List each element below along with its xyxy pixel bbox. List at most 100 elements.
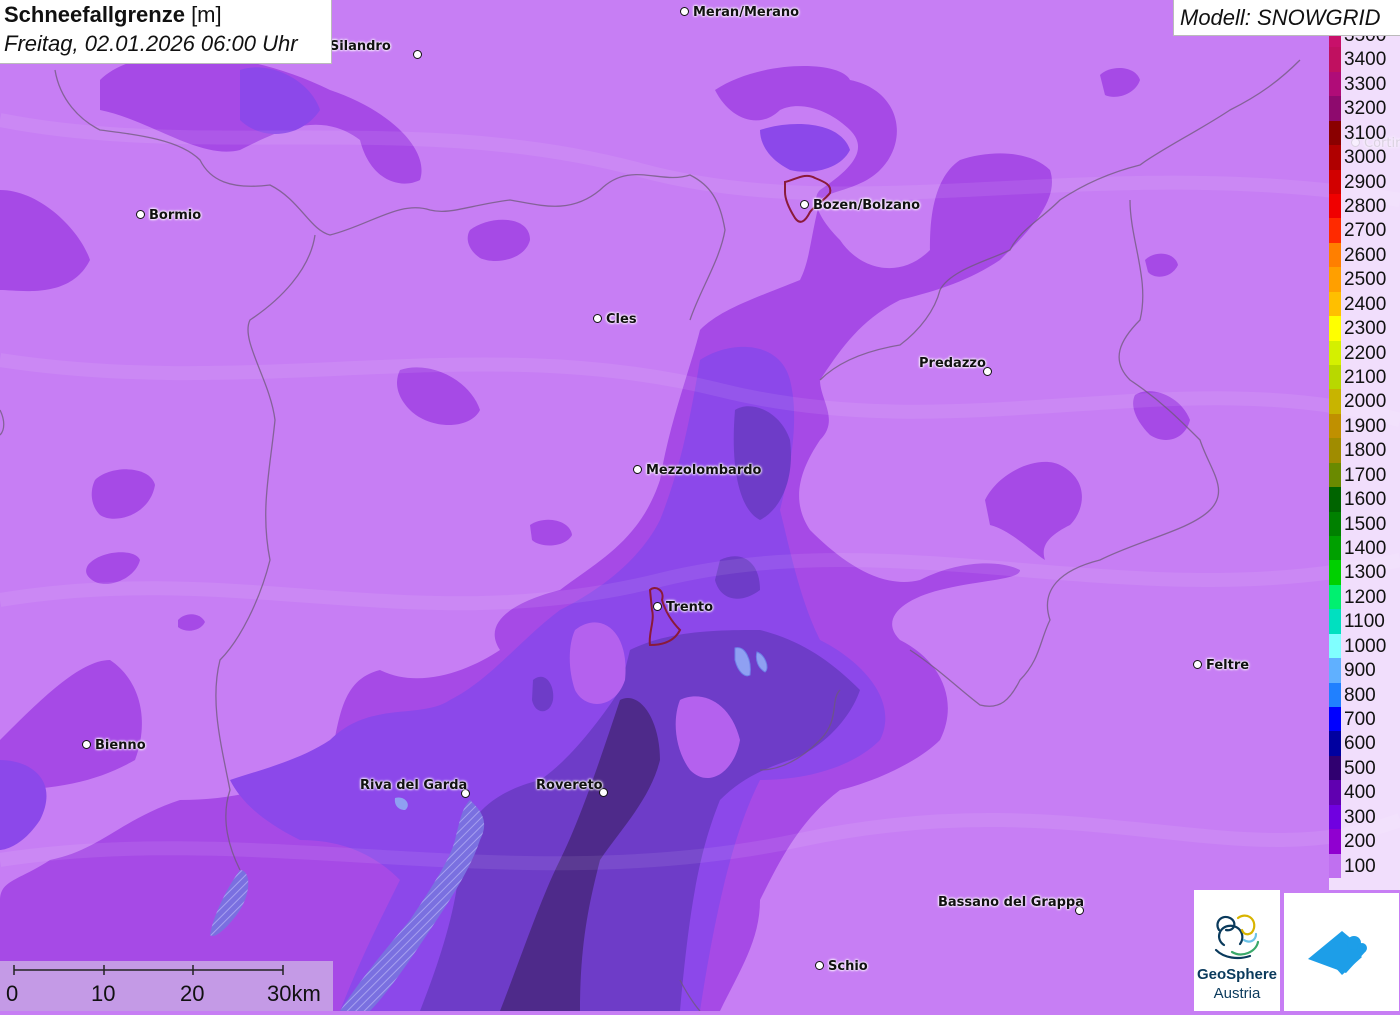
legend-label: 3200 (1344, 98, 1387, 120)
city-marker[interactable] (653, 602, 662, 611)
legend-swatch (1329, 340, 1341, 366)
legend-item: 400 (1329, 780, 1400, 806)
legend-label: 200 (1344, 831, 1376, 853)
legend-swatch (1329, 413, 1341, 439)
legend-label: 900 (1344, 660, 1376, 682)
legend-item: 700 (1329, 707, 1400, 732)
map-title-box: Schneefallgrenze [m] Freitag, 02.01.2026… (0, 0, 332, 64)
legend-swatch (1329, 829, 1341, 855)
city-label[interactable]: Schio (828, 959, 868, 974)
legend-item: 2100 (1329, 365, 1400, 390)
geosphere-country: Austria (1213, 985, 1261, 1002)
geosphere-logo[interactable]: GeoSphere Austria (1194, 890, 1280, 1011)
map-subtitle: Freitag, 02.01.2026 06:00 Uhr (4, 31, 298, 56)
legend-swatch (1329, 169, 1341, 195)
legend-label: 1300 (1344, 562, 1387, 584)
legend-swatch (1329, 731, 1341, 757)
city-marker[interactable] (815, 961, 824, 970)
legend-item: 1100 (1329, 609, 1400, 635)
city-label[interactable]: Riva del Garda (360, 778, 467, 793)
legend-label: 2600 (1344, 244, 1387, 266)
city-marker[interactable] (82, 740, 91, 749)
legend-swatch (1329, 218, 1341, 244)
legend-label: 3300 (1344, 73, 1387, 95)
city-marker[interactable] (1193, 660, 1202, 669)
legend-item: 200 (1329, 829, 1400, 855)
city-marker[interactable] (633, 465, 642, 474)
legend-label: 1900 (1344, 415, 1387, 437)
geosphere-emblem-icon (1214, 914, 1260, 960)
legend-item: 2900 (1329, 169, 1400, 195)
legend-item: 1300 (1329, 560, 1400, 586)
city-label[interactable]: Bassano del Grappa (938, 895, 1084, 910)
legend-item: 3200 (1329, 96, 1400, 122)
snowfall-line-map[interactable] (0, 0, 1400, 1011)
city-label[interactable]: Bozen/Bolzano (813, 198, 920, 213)
city-label[interactable]: Rovereto (536, 778, 603, 793)
legend-item: 1700 (1329, 462, 1400, 488)
legend-swatch (1329, 145, 1341, 171)
scale-label-0: 0 (6, 981, 19, 1006)
legend-item: 1200 (1329, 584, 1400, 610)
legend-item: 100 (1329, 853, 1400, 879)
legend-item: 3300 (1329, 71, 1400, 97)
legend-item: 2000 (1329, 389, 1400, 415)
legend-label: 1200 (1344, 586, 1387, 608)
snow-app-logo[interactable] (1284, 893, 1399, 1011)
city-label[interactable]: Meran/Merano (693, 5, 799, 20)
legend-item: 300 (1329, 804, 1400, 830)
legend-label: 500 (1344, 757, 1376, 779)
legend-swatch (1329, 511, 1341, 537)
legend-item: 1000 (1329, 633, 1400, 659)
legend-label: 2200 (1344, 342, 1387, 364)
legend-label: 1800 (1344, 440, 1387, 462)
legend-item: 1600 (1329, 487, 1400, 513)
legend-item: 2400 (1329, 291, 1400, 317)
city-label[interactable]: Bienno (95, 738, 146, 753)
legend-label: 3400 (1344, 49, 1387, 71)
legend-swatch (1329, 609, 1341, 635)
legend-label: 700 (1344, 709, 1376, 730)
city-label[interactable]: Trento (666, 600, 713, 615)
legend-label: 1000 (1344, 635, 1387, 657)
legend-item: 1400 (1329, 536, 1400, 561)
legend-swatch (1329, 633, 1341, 659)
legend-label: 1400 (1344, 538, 1387, 559)
city-marker[interactable] (680, 7, 689, 16)
legend-item: 2300 (1329, 316, 1400, 342)
legend-swatch (1329, 291, 1341, 317)
legend-swatch (1329, 35, 1341, 48)
city-label[interactable]: Predazzo (919, 356, 986, 371)
legend-label: 3500 (1344, 35, 1387, 46)
legend-label: 2300 (1344, 318, 1387, 340)
legend-swatch (1329, 853, 1341, 879)
legend-item: 2700 (1329, 218, 1400, 244)
legend-item: 2500 (1329, 267, 1400, 293)
legend-item: 3400 (1329, 47, 1400, 73)
legend-swatch (1329, 438, 1341, 464)
legend-swatch (1329, 780, 1341, 806)
city-marker[interactable] (593, 314, 602, 323)
city-marker[interactable] (800, 200, 809, 209)
legend-label: 800 (1344, 684, 1376, 706)
legend-item: 3100 (1329, 120, 1400, 146)
city-marker[interactable] (136, 210, 145, 219)
legend-item: 500 (1329, 755, 1400, 781)
map-title: Schneefallgrenze [m] (4, 2, 222, 28)
city-label[interactable]: Bormio (149, 208, 201, 223)
legend-item: 1500 (1329, 511, 1400, 537)
scale-label-30: 30km (267, 981, 321, 1006)
legend-label: 2500 (1344, 269, 1387, 291)
legend-swatch (1329, 560, 1341, 586)
city-label[interactable]: Feltre (1206, 658, 1249, 673)
legend-swatch (1329, 707, 1341, 732)
city-label[interactable]: Cles (606, 312, 637, 327)
legend-swatch (1329, 462, 1341, 488)
legend-swatch (1329, 487, 1341, 513)
city-label[interactable]: Mezzolombardo (646, 463, 761, 478)
legend-label: 3000 (1344, 147, 1387, 169)
legend-label: 300 (1344, 806, 1376, 828)
legend-item: 1900 (1329, 413, 1400, 439)
city-marker[interactable] (413, 50, 422, 59)
legend-label: 1100 (1344, 611, 1385, 633)
